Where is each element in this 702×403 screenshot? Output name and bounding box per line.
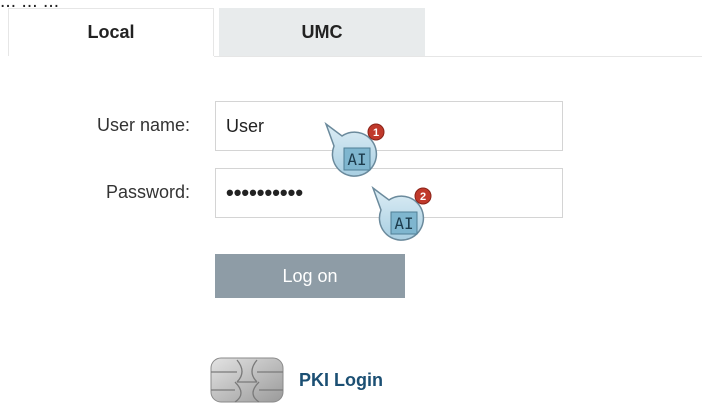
log-on-button-label: Log on [282, 265, 338, 286]
username-value: User [226, 115, 265, 136]
log-on-button[interactable]: Log on [215, 254, 405, 298]
callout-2: AI 2 [371, 186, 432, 241]
callout-1-glyph: AI [347, 150, 366, 169]
password-label: Password: [105, 182, 190, 202]
pki-login-link[interactable]: PKI Login [299, 370, 383, 391]
callout-2-number: 2 [420, 191, 426, 203]
tab-local[interactable]: Local [8, 8, 214, 56]
tab-local-label: Local [87, 22, 135, 42]
password-value: •••••••••• [226, 180, 304, 205]
callout-1-number: 1 [373, 127, 379, 139]
callout-1: AI 1 [324, 122, 385, 177]
clipped-header-text: ... ... ... [0, 0, 702, 8]
tab-divider [214, 56, 702, 57]
smartcard-chip-icon [210, 357, 284, 403]
tab-umc-label: UMC [301, 21, 343, 42]
clipped-header-line: ... ... ... [0, 0, 702, 8]
username-label: User name: [96, 115, 190, 135]
callout-2-glyph: AI [394, 214, 413, 233]
tab-umc[interactable]: UMC [219, 8, 425, 56]
